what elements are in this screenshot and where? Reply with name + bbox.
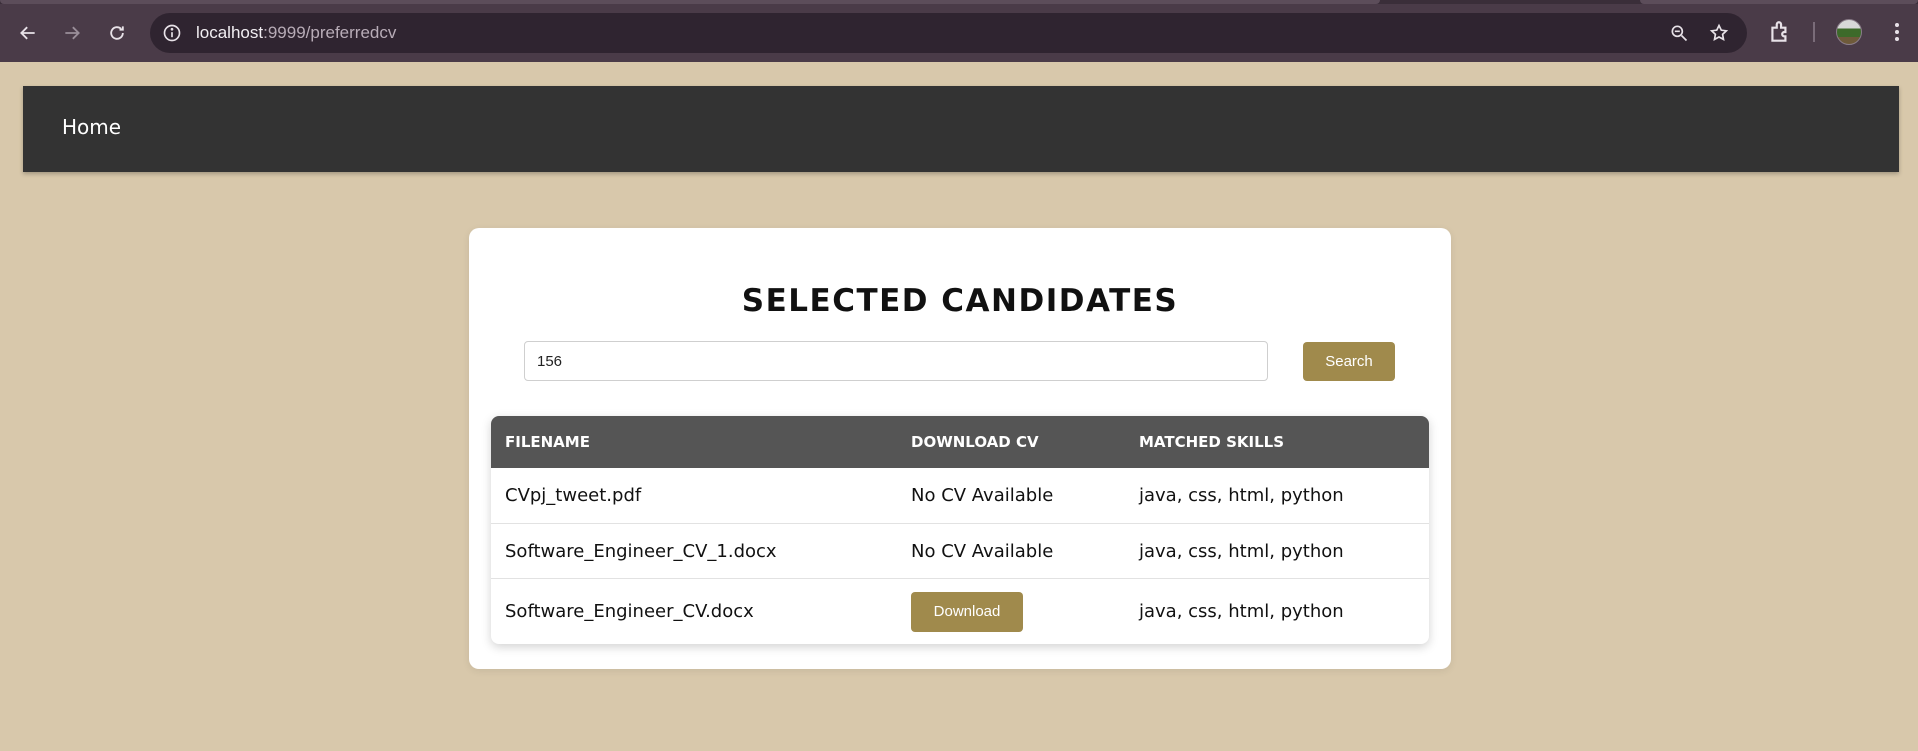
extensions-icon[interactable]	[1767, 19, 1793, 45]
candidates-card: SELECTED CANDIDATES Search FILENAME DOWN…	[469, 228, 1451, 669]
profile-avatar[interactable]	[1836, 19, 1862, 45]
url-path: :9999/preferredcv	[263, 23, 397, 42]
download-status: No CV Available	[897, 523, 1125, 578]
arrow-right-icon	[65, 26, 80, 40]
table-row: Software_Engineer_CV_1.docx No CV Availa…	[491, 523, 1429, 578]
skills-cell: java, css, html, python	[1125, 578, 1429, 644]
dot	[1895, 23, 1899, 27]
download-cell: Download	[897, 578, 1125, 644]
home-link[interactable]: Home	[62, 115, 121, 139]
tab-strip	[0, 0, 1918, 4]
skills-cell: java, css, html, python	[1125, 523, 1429, 578]
download-button[interactable]: Download	[911, 591, 1023, 632]
url-text[interactable]: localhost:9999/preferredcv	[196, 23, 396, 43]
toolbar-separator	[1813, 22, 1815, 42]
table-row: CVpj_tweet.pdf No CV Available java, css…	[491, 468, 1429, 523]
zoom-out-icon[interactable]	[1669, 23, 1689, 43]
page-title: SELECTED CANDIDATES	[741, 283, 1179, 319]
dot	[1895, 30, 1899, 34]
reload-button[interactable]	[101, 17, 133, 49]
skills-cell: java, css, html, python	[1139, 485, 1344, 506]
table-header-row: FILENAME DOWNLOAD CV MATCHED SKILLS	[491, 416, 1429, 468]
forward-button[interactable]	[56, 17, 88, 49]
bookmark-star-icon[interactable]	[1709, 23, 1729, 43]
back-button[interactable]	[12, 17, 44, 49]
tab[interactable]	[0, 0, 1380, 4]
column-header-filename: FILENAME	[491, 416, 897, 468]
dot	[1895, 37, 1899, 41]
site-navbar: Home	[23, 86, 1899, 172]
candidates-table: FILENAME DOWNLOAD CV MATCHED SKILLS CVpj…	[491, 416, 1429, 644]
search-input[interactable]	[524, 341, 1268, 381]
filename-cell: CVpj_tweet.pdf	[505, 485, 642, 506]
search-button[interactable]: Search	[1303, 342, 1395, 381]
column-header-skills: MATCHED SKILLS	[1125, 416, 1429, 468]
site-info-icon[interactable]	[162, 23, 182, 43]
url-host: localhost	[196, 23, 264, 42]
browser-toolbar: localhost:9999/preferredcv	[0, 0, 1918, 62]
tab[interactable]	[1640, 0, 1918, 4]
reload-icon	[110, 26, 124, 40]
browser-menu-button[interactable]	[1884, 19, 1910, 45]
table-row: Software_Engineer_CV.docx Download java,…	[491, 578, 1429, 644]
arrow-left-icon	[20, 26, 35, 40]
download-status: No CV Available	[911, 485, 1054, 506]
column-header-download: DOWNLOAD CV	[897, 416, 1125, 468]
filename-cell: Software_Engineer_CV.docx	[491, 578, 897, 644]
address-bar[interactable]: localhost:9999/preferredcv	[150, 13, 1747, 53]
filename-cell: Software_Engineer_CV_1.docx	[491, 523, 897, 578]
